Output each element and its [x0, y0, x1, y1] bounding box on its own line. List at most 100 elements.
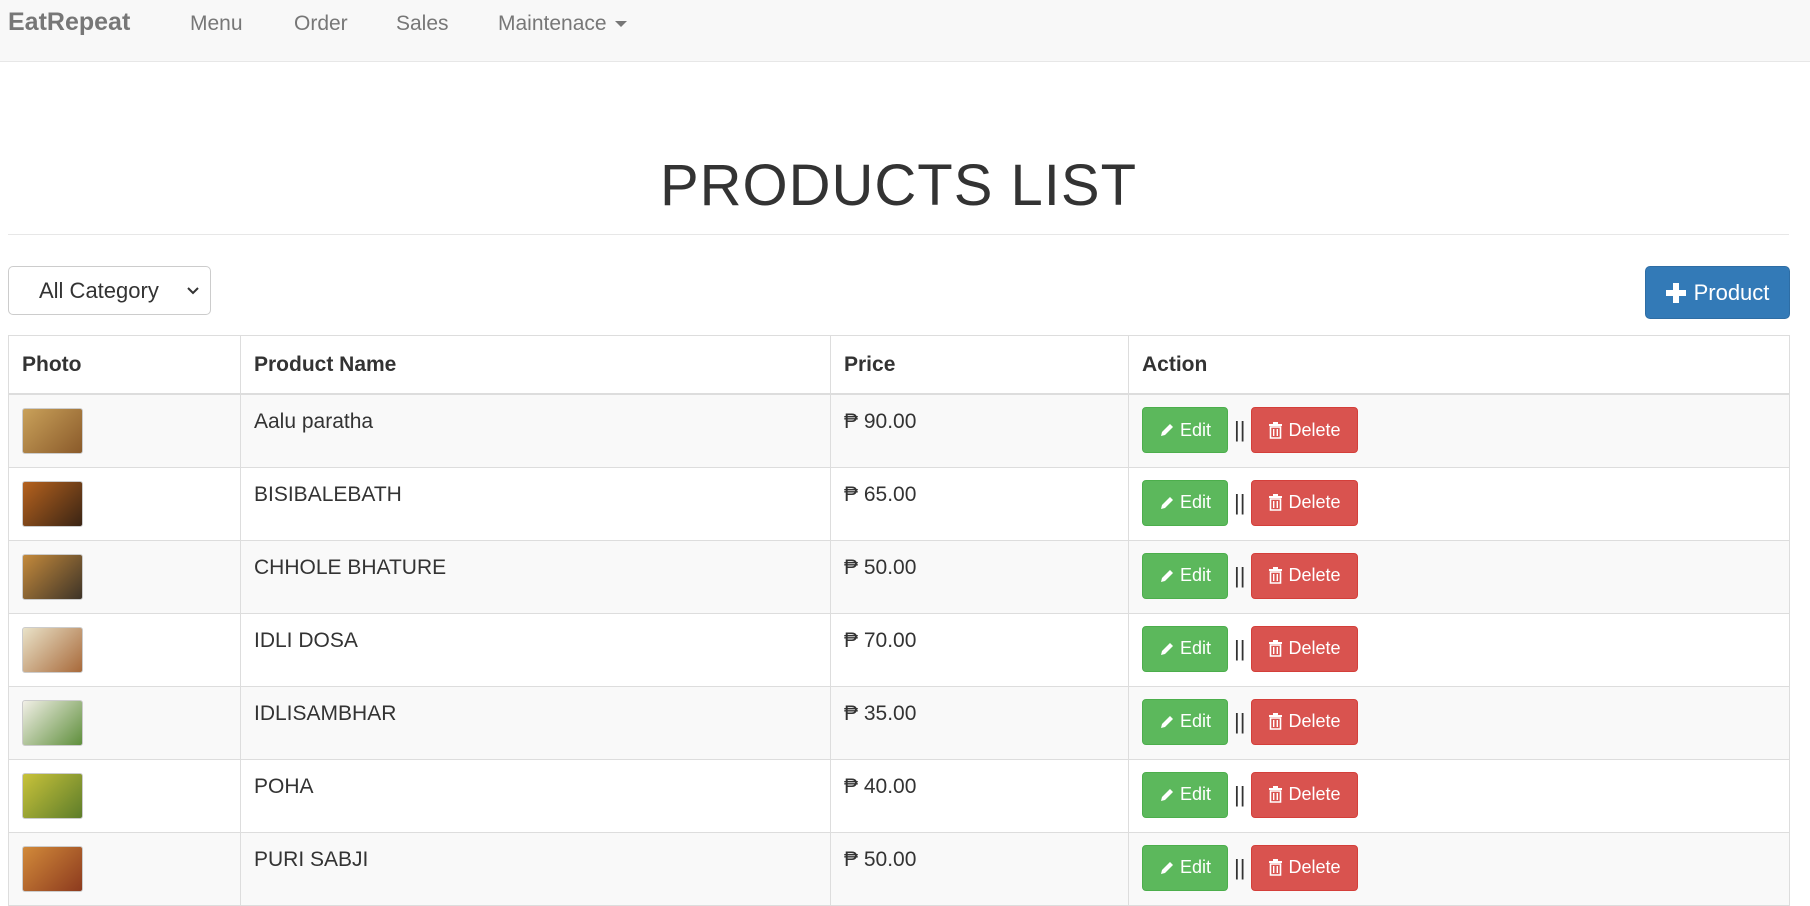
- navbar: EatRepeat Menu Order Sales Maintenace: [0, 0, 1810, 62]
- nav-maintenance-label: Maintenace: [498, 12, 607, 35]
- delete-label: Delete: [1288, 638, 1341, 658]
- edit-button[interactable]: Edit: [1142, 552, 1229, 599]
- edit-label: Edit: [1180, 857, 1212, 877]
- product-name-cell: CHHOLE BHATURE: [240, 539, 831, 614]
- action-separator: ||: [1234, 708, 1246, 734]
- action-cell: Edit || Delete: [1128, 758, 1790, 833]
- delete-button[interactable]: Delete: [1251, 479, 1358, 526]
- delete-button[interactable]: Delete: [1251, 844, 1358, 891]
- edit-label: Edit: [1180, 565, 1212, 585]
- trash-icon: [1269, 859, 1283, 876]
- trash-icon: [1269, 421, 1283, 439]
- photo-cell: [8, 685, 241, 760]
- pencil-icon: [1161, 861, 1173, 874]
- pencil-icon: [1161, 496, 1173, 509]
- table-row: Aalu paratha ₱ 90.00 Edit || Delete: [8, 393, 1790, 468]
- edit-button[interactable]: Edit: [1142, 625, 1229, 672]
- action-separator: ||: [1234, 854, 1246, 880]
- nav-sales[interactable]: Sales: [396, 12, 449, 36]
- delete-label: Delete: [1288, 857, 1341, 877]
- edit-button[interactable]: Edit: [1142, 407, 1229, 453]
- product-thumbnail: [22, 408, 83, 454]
- product-thumbnail: [22, 553, 83, 600]
- product-name-cell: IDLISAMBHAR: [240, 685, 831, 760]
- table-row: PURI SABJI ₱ 50.00 Edit || Delete: [8, 831, 1790, 906]
- table-row: BISIBALEBATH ₱ 65.00 Edit || Delete: [8, 466, 1790, 541]
- header-photo: Photo: [8, 335, 241, 395]
- price-cell: ₱ 90.00: [830, 393, 1129, 468]
- action-cell: Edit || Delete: [1128, 393, 1790, 468]
- edit-label: Edit: [1180, 419, 1212, 440]
- trash-icon: [1269, 786, 1283, 803]
- delete-label: Delete: [1288, 711, 1341, 731]
- product-thumbnail: [22, 626, 83, 673]
- delete-button[interactable]: Delete: [1251, 407, 1358, 453]
- action-cell: Edit || Delete: [1128, 831, 1790, 906]
- trash-icon: [1269, 640, 1283, 657]
- delete-button[interactable]: Delete: [1251, 552, 1358, 599]
- delete-label: Delete: [1288, 565, 1341, 585]
- edit-label: Edit: [1180, 784, 1212, 804]
- pencil-icon: [1161, 788, 1173, 801]
- action-separator: ||: [1234, 489, 1246, 515]
- nav-maintenance-dropdown[interactable]: Maintenace: [498, 12, 627, 36]
- products-table: Photo Product Name Price Action Aalu par…: [8, 335, 1790, 906]
- chevron-down-icon: [187, 287, 199, 295]
- product-name-cell: BISIBALEBATH: [240, 466, 831, 541]
- header-product-name: Product Name: [240, 335, 831, 395]
- pencil-icon: [1161, 424, 1173, 436]
- header-price: Price: [830, 335, 1129, 395]
- edit-label: Edit: [1180, 711, 1212, 731]
- table-row: CHHOLE BHATURE ₱ 50.00 Edit || Delete: [8, 539, 1790, 614]
- pencil-icon: [1161, 642, 1173, 655]
- photo-cell: [8, 539, 241, 614]
- delete-button[interactable]: Delete: [1251, 625, 1358, 672]
- product-name-cell: POHA: [240, 758, 831, 833]
- delete-label: Delete: [1288, 419, 1341, 440]
- photo-cell: [8, 393, 241, 468]
- table-row: IDLI DOSA ₱ 70.00 Edit || Delete: [8, 612, 1790, 687]
- add-product-button[interactable]: Product: [1645, 266, 1790, 319]
- action-cell: Edit || Delete: [1128, 539, 1790, 614]
- product-thumbnail: [22, 845, 83, 892]
- brand-link[interactable]: EatRepeat: [8, 8, 130, 37]
- delete-label: Delete: [1288, 492, 1341, 512]
- photo-cell: [8, 466, 241, 541]
- action-cell: Edit || Delete: [1128, 685, 1790, 760]
- edit-button[interactable]: Edit: [1142, 698, 1229, 745]
- action-cell: Edit || Delete: [1128, 612, 1790, 687]
- category-select[interactable]: All Category: [8, 266, 211, 315]
- pencil-icon: [1161, 715, 1173, 728]
- trash-icon: [1269, 567, 1283, 584]
- nav-menu[interactable]: Menu: [190, 12, 243, 36]
- product-thumbnail: [22, 772, 83, 819]
- edit-label: Edit: [1180, 638, 1212, 658]
- nav-order[interactable]: Order: [294, 12, 348, 36]
- action-separator: ||: [1234, 562, 1246, 588]
- price-cell: ₱ 50.00: [830, 831, 1129, 906]
- product-thumbnail: [22, 480, 83, 527]
- photo-cell: [8, 831, 241, 906]
- trash-icon: [1269, 713, 1283, 730]
- delete-button[interactable]: Delete: [1251, 698, 1358, 745]
- pencil-icon: [1161, 569, 1173, 582]
- delete-button[interactable]: Delete: [1251, 771, 1358, 818]
- price-cell: ₱ 35.00: [830, 685, 1129, 760]
- delete-label: Delete: [1288, 784, 1341, 804]
- page-title: PRODUCTS LIST: [659, 153, 1138, 218]
- category-select-value: All Category: [39, 278, 159, 303]
- table-header-row: Photo Product Name Price Action: [8, 335, 1790, 395]
- table-row: POHA ₱ 40.00 Edit || Delete: [8, 758, 1790, 833]
- edit-button[interactable]: Edit: [1142, 479, 1229, 526]
- trash-icon: [1269, 494, 1283, 511]
- product-thumbnail: [22, 699, 83, 746]
- price-cell: ₱ 40.00: [830, 758, 1129, 833]
- product-name-cell: Aalu paratha: [240, 393, 831, 468]
- title-divider: [8, 234, 1789, 235]
- price-cell: ₱ 70.00: [830, 612, 1129, 687]
- product-name-cell: IDLI DOSA: [240, 612, 831, 687]
- edit-button[interactable]: Edit: [1142, 771, 1229, 818]
- action-separator: ||: [1234, 635, 1246, 661]
- edit-button[interactable]: Edit: [1142, 844, 1229, 891]
- photo-cell: [8, 758, 241, 833]
